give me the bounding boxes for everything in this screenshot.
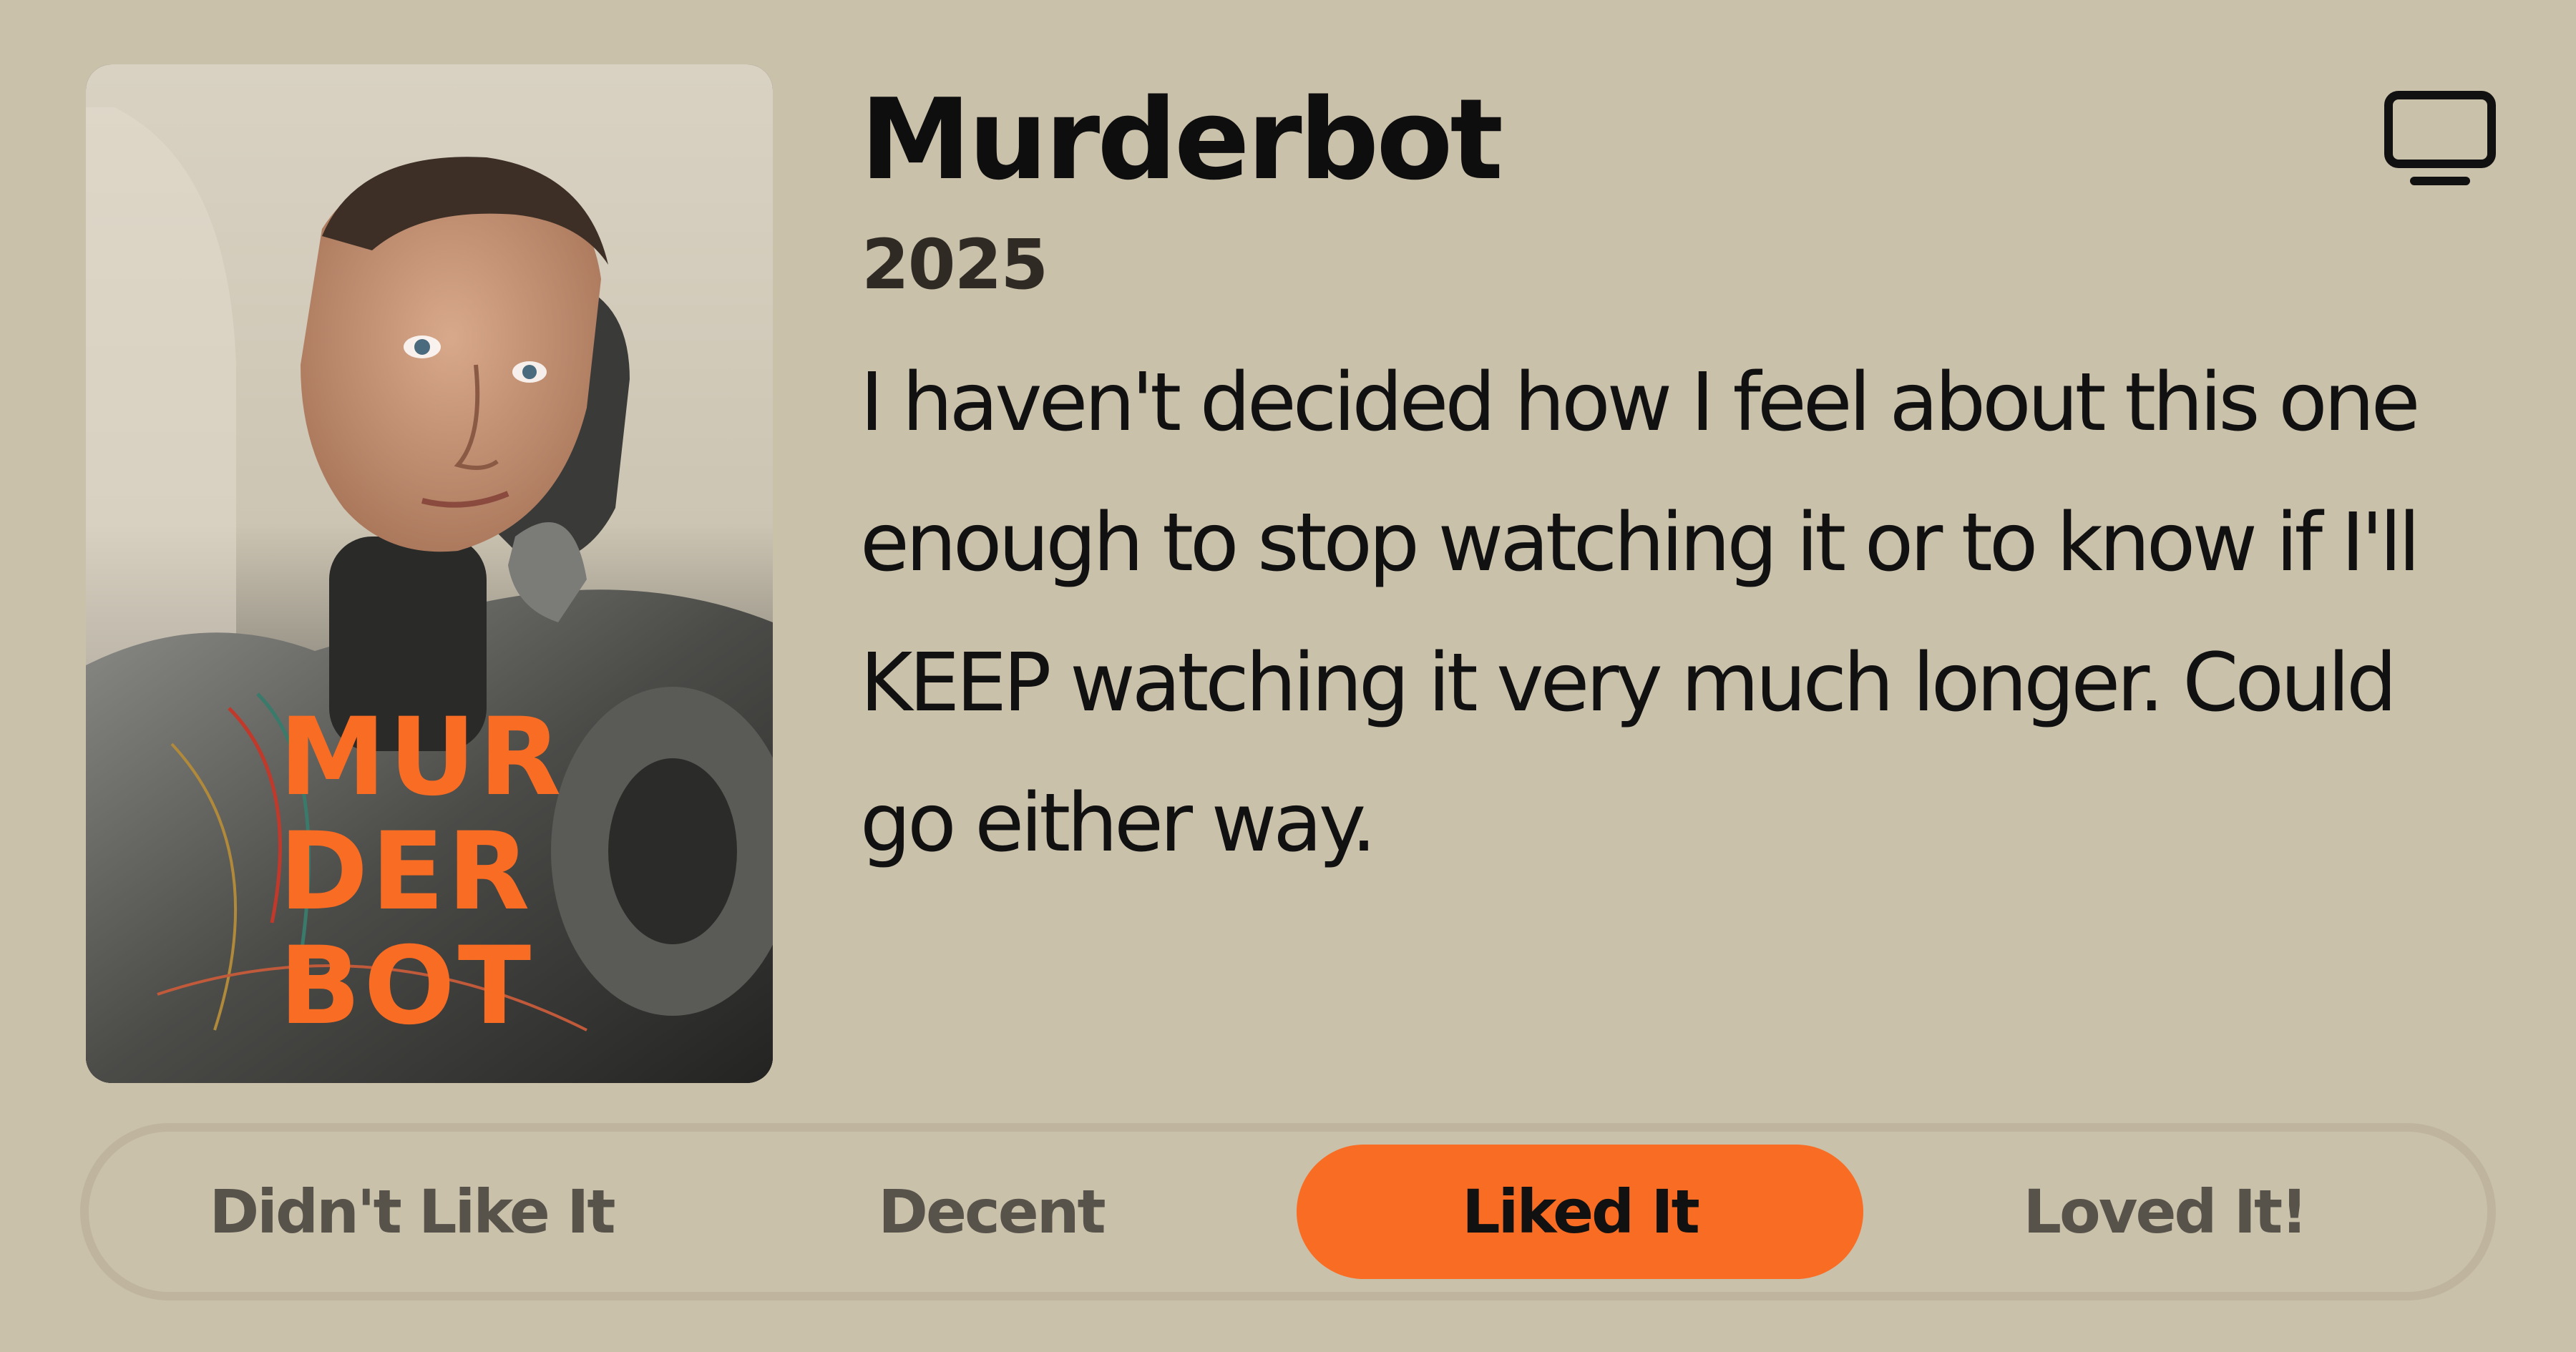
poster-logo: MUR DER BOT — [279, 695, 565, 1049]
poster-image: MUR DER BOT — [86, 64, 773, 1083]
rating-option-didnt-like-it[interactable]: Didn't Like It — [114, 1145, 708, 1279]
show-title: Murderbot — [860, 74, 1503, 205]
review-text: I haven't decided how I feel about this … — [860, 356, 2421, 870]
rating-option-liked-it[interactable]: Liked It — [1297, 1145, 1863, 1279]
svg-text:DER: DER — [279, 810, 532, 934]
tv-icon[interactable] — [2383, 89, 2497, 190]
poster-artwork: MUR DER BOT — [86, 64, 773, 1083]
tv-icon-glyph — [2384, 91, 2496, 185]
svg-text:BOT: BOT — [279, 924, 534, 1049]
release-year: 2025 — [862, 225, 1048, 305]
svg-text:MUR: MUR — [279, 695, 565, 820]
rating-option-loved-it[interactable]: Loved It! — [1875, 1145, 2454, 1279]
rating-option-decent[interactable]: Decent — [701, 1145, 1281, 1279]
